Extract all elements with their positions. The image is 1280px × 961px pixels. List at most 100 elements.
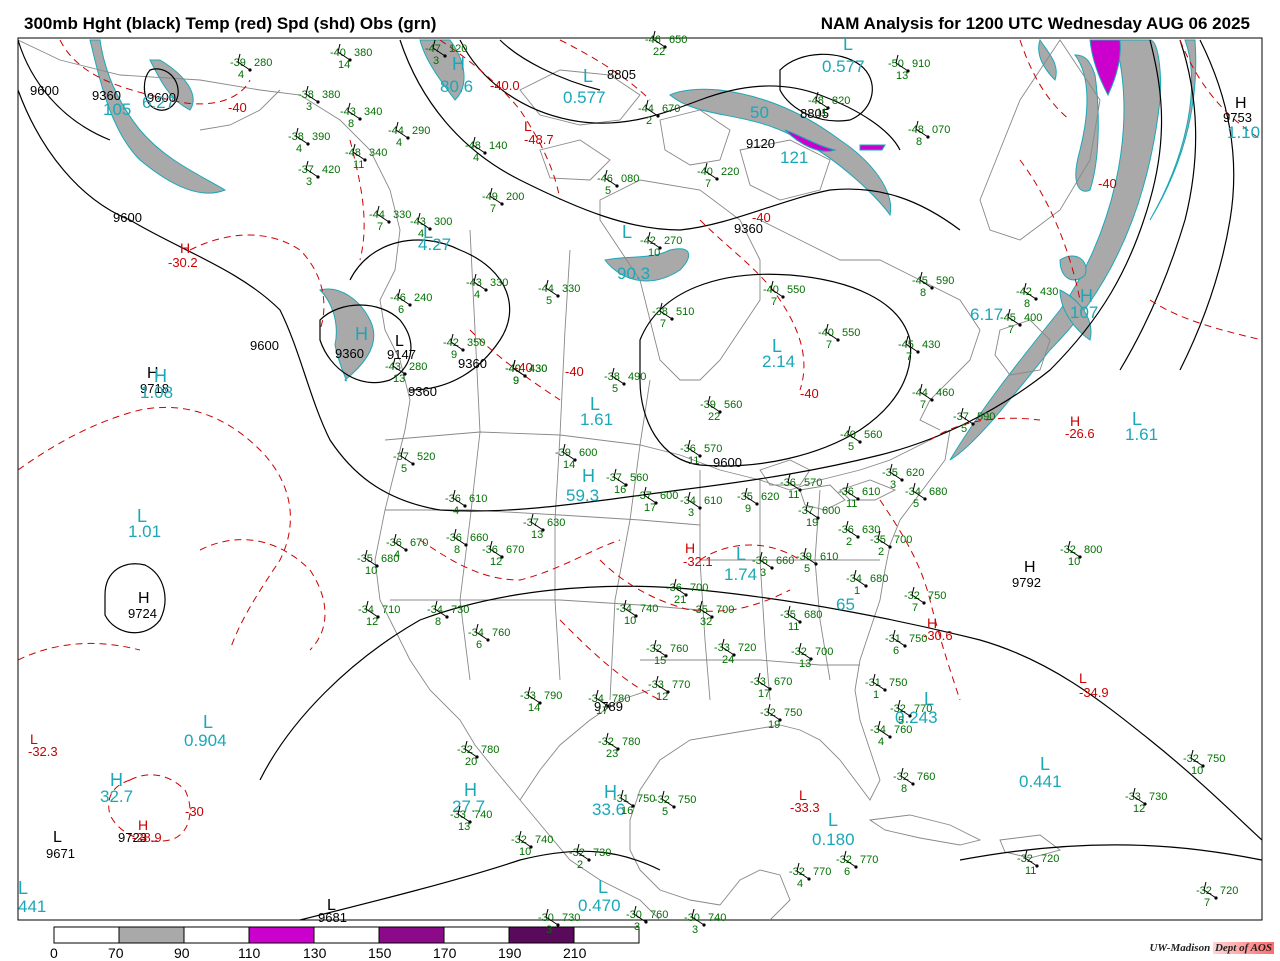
temp-center-letter: L	[799, 787, 807, 803]
station-dot	[654, 501, 658, 505]
station-height: 390	[312, 131, 330, 143]
station-dot	[698, 506, 702, 510]
station-dot	[573, 458, 577, 462]
station-temp: -47	[425, 43, 441, 55]
temp-label: -40	[565, 364, 584, 379]
height-label: 9600	[250, 338, 279, 353]
station-temp: -32	[569, 847, 585, 859]
speed-label: 0.180	[812, 830, 855, 849]
station-dewpoint: 13	[393, 373, 405, 385]
station-temp: -30	[538, 912, 554, 924]
temp-center-letter: L	[524, 118, 532, 134]
station-temp: -32	[760, 707, 776, 719]
station-height: 430	[922, 339, 940, 351]
station-temp: -35	[737, 491, 753, 503]
station-height: 710	[382, 604, 400, 616]
station-dot	[663, 45, 667, 49]
station-height: 430	[1040, 286, 1058, 298]
station-dewpoint: 17	[758, 688, 770, 700]
speed-center-letter: L	[736, 544, 746, 564]
station-dot	[348, 58, 352, 62]
station-height: 750	[678, 794, 696, 806]
station-height: 820	[832, 95, 850, 107]
temp-label: -40	[752, 210, 771, 225]
station-height: 240	[414, 292, 432, 304]
station-dot	[615, 184, 619, 188]
station-height: 600	[660, 490, 678, 502]
station-dot	[883, 688, 887, 692]
station-height: 770	[672, 679, 690, 691]
station-temp: -34	[588, 693, 604, 705]
station-dewpoint: 13	[896, 70, 908, 82]
station-height: 510	[676, 306, 694, 318]
station-dot	[464, 543, 468, 547]
station-dot	[358, 117, 362, 121]
station-dot	[755, 502, 759, 506]
station-dot	[807, 877, 811, 881]
station-height: 730	[451, 604, 469, 616]
station-dot	[658, 246, 662, 250]
station-dot	[732, 653, 736, 657]
station-temp: -36	[446, 532, 462, 544]
station-temp: -48	[345, 147, 361, 159]
station-dewpoint: 9	[745, 503, 751, 515]
station-dot	[672, 805, 676, 809]
speed-center-letter: L	[137, 506, 147, 526]
station-height: 340	[369, 147, 387, 159]
station-height: 750	[909, 633, 927, 645]
speed-center-letter: L	[772, 336, 782, 356]
temp-label: -40.0	[490, 78, 520, 93]
station-dot	[631, 804, 635, 808]
station-height: 600	[822, 505, 840, 517]
station-height: 610	[704, 495, 722, 507]
station-height: 770	[813, 866, 831, 878]
station-dewpoint: 4	[878, 736, 884, 748]
height-label: 9724	[128, 606, 157, 621]
station-temp: -33	[750, 676, 766, 688]
station-temp: -31	[613, 793, 629, 805]
station-height: 670	[506, 544, 524, 556]
height-label: 9600	[713, 455, 742, 470]
station-dot	[836, 338, 840, 342]
station-dot	[306, 142, 310, 146]
station-height: 750	[928, 590, 946, 602]
station-height: 780	[622, 736, 640, 748]
station-temp: -34	[427, 604, 443, 616]
station-dewpoint: 11	[788, 489, 799, 501]
height-label: 9360	[408, 384, 437, 399]
station-dot	[1018, 323, 1022, 327]
station-temp: -37	[798, 505, 814, 517]
station-temp: -33	[648, 679, 664, 691]
temp-center-letter: H	[1070, 413, 1080, 429]
station-dewpoint: 8	[916, 136, 922, 148]
legend-bin-130-150	[313, 926, 380, 944]
station-dot	[363, 158, 367, 162]
station-temp: -32	[511, 834, 527, 846]
station-temp: -36	[780, 477, 796, 489]
station-dot	[923, 497, 927, 501]
station-temp: -43	[466, 277, 482, 289]
station-dot	[316, 100, 320, 104]
station-dot	[778, 718, 782, 722]
speed-center-letter: L	[843, 34, 853, 54]
temp-label: -48.7	[524, 132, 554, 147]
station-temp: -34	[358, 604, 374, 616]
station-dot	[854, 865, 858, 869]
temp-center-letter: H	[180, 240, 190, 256]
station-height: 300	[434, 216, 452, 228]
station-dewpoint: 5	[612, 383, 618, 395]
station-temp: -38	[288, 131, 304, 143]
temp-center-letter: L	[30, 731, 38, 747]
station-dot	[930, 398, 934, 402]
station-dewpoint: 6	[476, 639, 482, 651]
station-temp: -40	[763, 284, 779, 296]
station-dot	[816, 516, 820, 520]
speed-label: 105	[103, 100, 131, 119]
station-height: 670	[410, 537, 428, 549]
station-height: 760	[894, 724, 912, 736]
station-height: 700	[894, 534, 912, 546]
station-dot	[404, 548, 408, 552]
station-dewpoint: 15	[654, 655, 666, 667]
height-center-letter: H	[1235, 95, 1247, 112]
legend-tick-110: 110	[238, 945, 261, 961]
